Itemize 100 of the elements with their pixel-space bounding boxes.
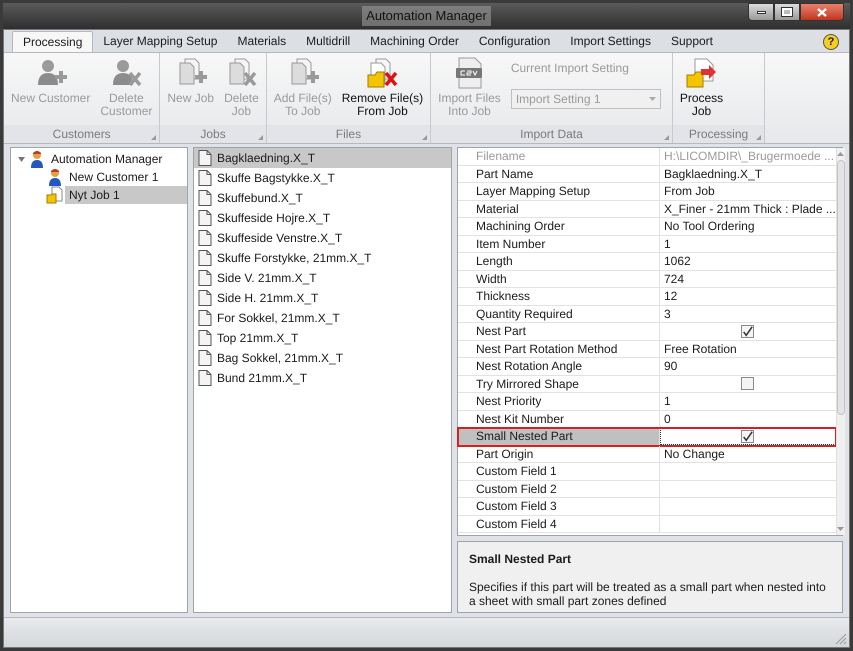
document-icon [198, 190, 212, 206]
property-name: Nest Part Rotation Method [458, 340, 660, 357]
property-name: Nest Kit Number [458, 410, 660, 427]
file-item[interactable]: Skuffe Bagstykke.X_T [194, 168, 451, 188]
dropdown-arrow-icon [648, 97, 656, 101]
dialog-launcher-icon[interactable] [151, 135, 156, 140]
file-item[interactable]: Skuffebund.X_T [194, 188, 451, 208]
group-label: Import Data [520, 126, 583, 143]
minimize-button[interactable] [748, 3, 774, 21]
property-value[interactable]: No Change [660, 444, 725, 463]
collapse-arrow-icon[interactable] [18, 156, 24, 162]
help-icon[interactable]: ? [823, 34, 839, 50]
tree-item[interactable]: New Customer 1 [65, 168, 162, 186]
document-icon [198, 330, 212, 346]
document-icon [198, 290, 212, 306]
window-title: Automation Manager [362, 6, 491, 26]
customer-delete-icon [110, 57, 142, 89]
property-name: Item Number [458, 236, 660, 252]
property-value[interactable]: 3 [660, 304, 671, 323]
dialog-launcher-icon[interactable] [422, 135, 428, 140]
property-name: Custom Field 2 [458, 480, 660, 497]
checkbox[interactable] [741, 377, 754, 390]
property-name: Filename [458, 148, 660, 164]
file-item[interactable]: Side V. 21mm.X_T [194, 268, 451, 288]
property-name: Try Mirrored Shape [458, 376, 660, 392]
property-name: Nest Priority [458, 393, 660, 410]
property-name: Quantity Required [458, 306, 660, 322]
dialog-launcher-icon[interactable] [664, 135, 669, 140]
file-item[interactable]: Skuffeside Venstre.X_T [194, 228, 451, 248]
property-name: Length [458, 253, 660, 270]
customer-icon [47, 168, 63, 186]
job-folder-icon [46, 186, 64, 204]
property-name: Thickness [458, 288, 660, 304]
file-item[interactable]: Bund 21mm.X_T [194, 368, 451, 388]
dialog-launcher-icon[interactable] [258, 135, 263, 140]
property-value[interactable]: 1062 [660, 252, 691, 270]
document-icon [198, 250, 212, 266]
file-item[interactable]: Skuffe Forstykke, 21mm.X_T [194, 248, 451, 268]
file-item[interactable]: For Sokkel, 21mm.X_T [194, 308, 451, 328]
tree-item[interactable]: Nyt Job 1 [65, 186, 187, 204]
file-item[interactable]: Side H. 21mm.X_T [194, 288, 451, 308]
property-value[interactable]: 724 [660, 270, 684, 288]
resize-grip-icon[interactable] [835, 633, 847, 645]
ribbon-tab[interactable]: Multidrill [296, 31, 360, 52]
document-icon [198, 350, 212, 366]
property-value[interactable]: X_Finer - 21mm Thick : Plade ... [660, 200, 836, 218]
property-name: Custom Field 3 [458, 498, 660, 514]
ribbon-tab[interactable]: Processing [12, 31, 94, 52]
checkbox[interactable] [741, 430, 754, 443]
description-title: Small Nested Part [469, 551, 572, 568]
checkbox[interactable] [741, 324, 754, 338]
dialog-launcher-icon[interactable] [756, 135, 762, 140]
vertical-scrollbar[interactable] [836, 148, 845, 535]
group-label: Customers [52, 126, 111, 143]
file-item[interactable]: Bagklaedning.X_T [194, 148, 451, 168]
ribbon-tab[interactable]: Materials [227, 31, 296, 52]
property-value[interactable]: 0 [660, 410, 671, 428]
document-icon [198, 370, 212, 386]
ribbon-button[interactable]: Remove File(s) From Job [338, 57, 428, 125]
property-value[interactable]: No Tool Ordering [660, 217, 754, 236]
file-item[interactable]: Top 21mm.X_T [194, 328, 451, 348]
setting-label: Current Import Setting [510, 60, 630, 77]
ribbon-button[interactable]: Process Job [676, 57, 728, 125]
property-value[interactable]: From Job [660, 182, 715, 200]
group-label: Jobs [200, 126, 226, 143]
property-name: Custom Field 1 [458, 463, 660, 480]
document-icon [198, 210, 212, 226]
property-name: Width [458, 270, 660, 287]
document-icon [198, 150, 212, 166]
property-value[interactable]: 1 [660, 234, 671, 253]
ribbon-tab[interactable]: Support [660, 31, 723, 52]
property-value[interactable]: Bagklaedning.X_T [660, 164, 762, 183]
group-label: Processing [688, 126, 748, 143]
document-icon [198, 270, 212, 286]
property-name: Small Nested Part [458, 428, 660, 444]
ribbon-tab[interactable]: Layer Mapping Setup [93, 31, 228, 52]
close-button[interactable] [800, 3, 844, 21]
ribbon-tab[interactable]: Configuration [468, 31, 560, 52]
maximize-button[interactable] [774, 3, 800, 21]
file-item[interactable]: Skuffeside Hojre.X_T [194, 208, 451, 228]
tree-item[interactable]: Automation Manager [47, 150, 166, 168]
process-job-icon [685, 57, 718, 89]
property-name: Custom Field 4 [458, 516, 660, 532]
ribbon-tab[interactable]: Import Settings [560, 31, 661, 52]
document-icon [198, 310, 212, 326]
property-name: Part Origin [458, 446, 660, 462]
property-value[interactable]: 90 [660, 357, 678, 376]
document-icon [198, 170, 212, 186]
property-value[interactable]: Free Rotation [660, 340, 737, 358]
property-name: Nest Rotation Angle [458, 358, 660, 374]
property-value[interactable]: 1 [660, 392, 671, 410]
manager-icon [29, 150, 45, 168]
property-name: Material [458, 200, 660, 217]
property-value[interactable]: 12 [660, 287, 678, 306]
property-name: Nest Part [458, 323, 660, 340]
file-remove-icon [366, 57, 398, 89]
property-name: Layer Mapping Setup [458, 183, 660, 200]
ribbon-tab[interactable]: Machining Order [360, 31, 469, 52]
property-name: Part Name [458, 166, 660, 182]
file-item[interactable]: Bag Sokkel, 21mm.X_T [194, 348, 451, 368]
